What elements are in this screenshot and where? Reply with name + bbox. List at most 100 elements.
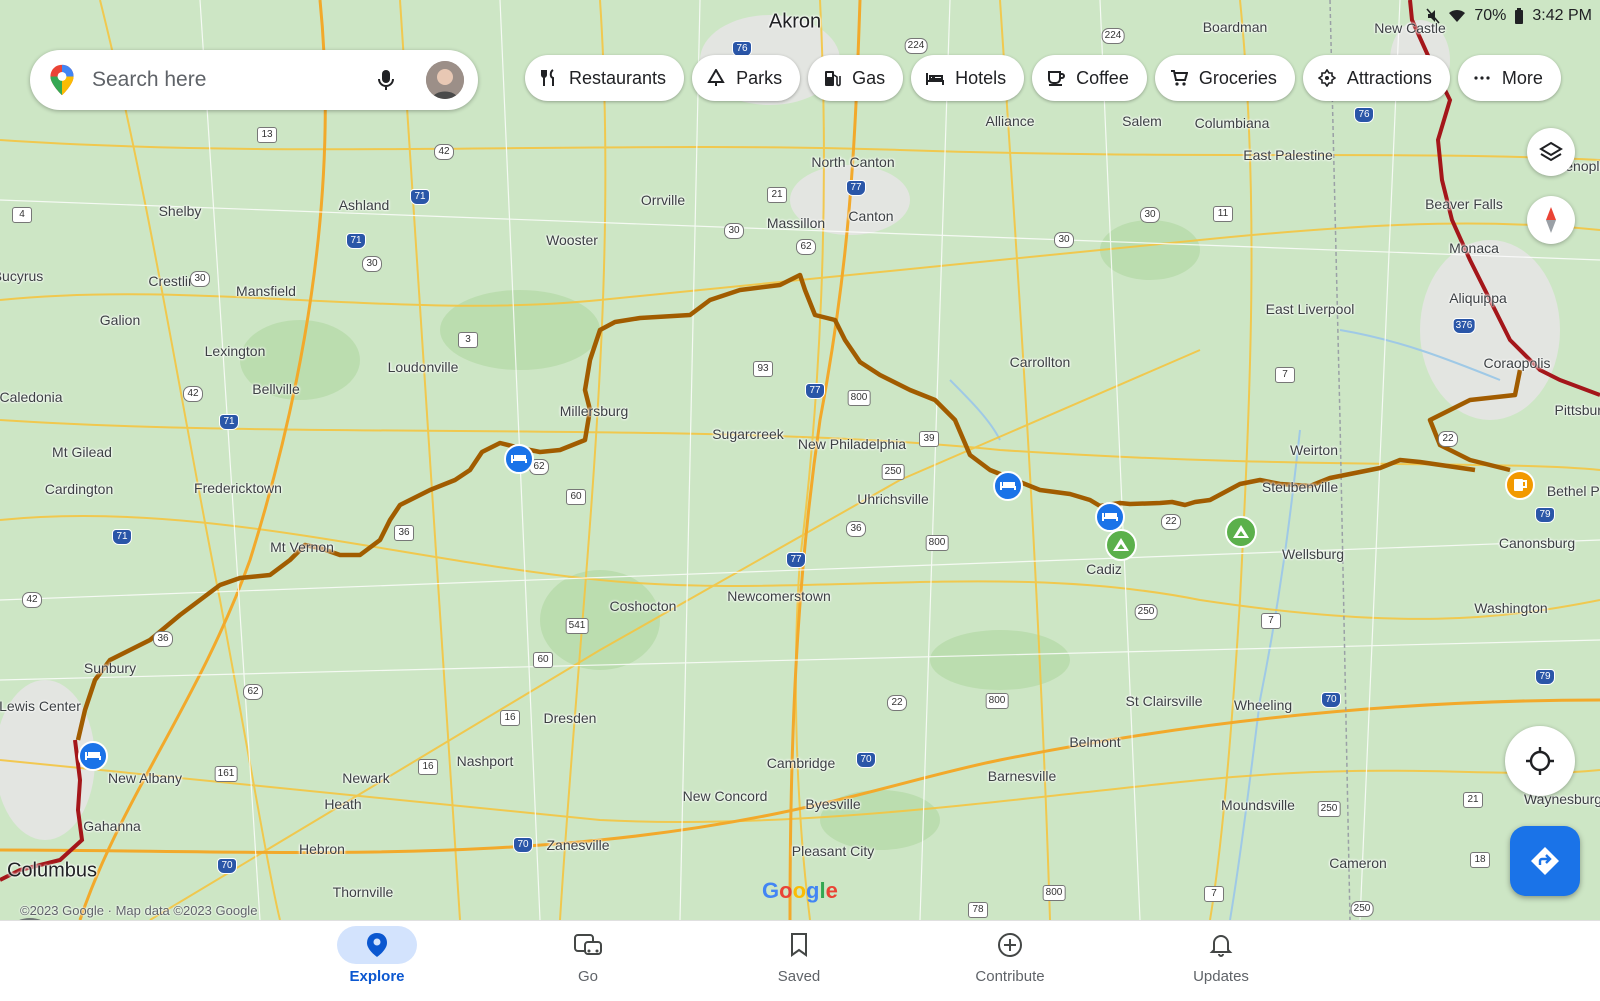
nav-saved[interactable]: Saved [729,921,869,1001]
chip-coffee[interactable]: Coffee [1032,55,1147,101]
chip-groceries[interactable]: Groceries [1154,55,1295,101]
layers-icon [1539,141,1563,162]
google-logo: Google [762,878,838,903]
coffee-cup-icon [1046,68,1066,88]
chip-gas[interactable]: Gas [808,55,904,101]
place-label: Byesville [805,796,861,812]
chip-more[interactable]: More [1457,55,1561,101]
map-base [0,0,1600,920]
status-bar: 70% 3:42 PM [1426,0,1592,32]
place-label: Pittsburgh [1554,402,1600,418]
route-shield: 42 [22,592,42,608]
bottom-navigation: Explore Go Saved Contribute Updates [0,920,1600,1001]
place-label: Bellville [252,381,300,397]
interstate-shield: 76 [1354,107,1374,123]
chip-parks[interactable]: Parks [692,55,801,101]
attraction-icon [1317,68,1337,88]
route-shield: 4 [12,207,32,223]
place-label: Boardman [1202,19,1268,35]
chip-restaurants[interactable]: Restaurants [525,55,685,101]
place-label: New Albany [108,770,182,786]
route-shield: 42 [434,144,454,160]
route-shield: 7 [1275,367,1295,383]
route-shield: 36 [394,525,414,541]
place-label: Ashland [338,197,390,213]
route-shield: 93 [753,361,773,377]
place-label: Canonsburg [1498,535,1576,551]
avatar[interactable] [426,61,464,99]
place-label: Wheeling [1233,697,1293,713]
place-label: Bethel Park [1546,483,1600,499]
place-label: Massillon [766,215,826,231]
place-label: Moundsville [1221,797,1295,813]
map-attribution: ©2023 Google · Map data ©2023 Google [20,903,258,918]
place-label: Mansfield [236,283,296,299]
interstate-shield: 70 [217,858,237,874]
place-label: Monaca [1449,240,1499,256]
route-shield: 60 [533,652,553,668]
place-label: Sugarcreek [712,426,784,442]
place-label: Barnesville [987,768,1057,784]
place-label: Washington [1474,600,1548,616]
place-label: Caledonia [0,389,63,405]
nav-explore[interactable]: Explore [307,921,447,1001]
place-label: Dresden [543,710,597,726]
place-label: Pleasant City [791,843,875,859]
search-input[interactable] [90,67,374,93]
route-shield: 62 [796,239,816,255]
layers-button[interactable] [1527,128,1575,176]
place-label: Coraopolis [1483,355,1551,371]
place-label: Lexington [204,343,266,359]
route-shield: 16 [500,710,520,726]
fork-knife-icon [539,68,559,88]
route-shield: 800 [985,693,1009,709]
route-shield: 22 [1161,514,1181,530]
route-shield: 800 [925,535,949,551]
mute-icon [1426,8,1440,24]
search-bar[interactable] [30,50,478,110]
directions-button[interactable] [1510,826,1580,896]
more-dots-icon [1472,68,1492,88]
place-label: Wellsburg [1282,546,1344,562]
nav-updates[interactable]: Updates [1151,921,1291,1001]
nav-go[interactable]: Go [518,921,658,1001]
chip-hotels[interactable]: Hotels [911,55,1025,101]
plus-circle-icon [998,933,1022,957]
my-location-button[interactable] [1505,726,1575,796]
place-label: Hebron [299,841,345,857]
interstate-shield: 70 [513,837,533,853]
category-chips: Restaurants Parks Gas Hotels Coffee Groc… [525,55,1561,101]
chip-attractions[interactable]: Attractions [1302,55,1450,101]
interstate-shield: 71 [219,414,239,430]
route-shield: 161 [214,766,238,782]
place-label: Alliance [985,113,1035,129]
route-shield: 78 [968,902,988,918]
route-shield: 250 [881,464,905,480]
maps-logo-icon [50,64,74,96]
nav-contribute[interactable]: Contribute [940,921,1080,1001]
compass-icon [1546,207,1556,233]
interstate-shield: 70 [1321,692,1341,708]
interstate-shield: 77 [846,180,866,196]
route-shield: 30 [1054,232,1074,248]
place-label: Bucyrus [0,268,44,284]
route-shield: 18 [1470,852,1490,868]
place-label: Mt Vernon [270,539,334,555]
microphone-icon[interactable] [374,68,398,92]
place-label: Lewis Center [0,698,81,714]
place-label: Sunbury [83,660,137,676]
route-shield: 250 [1350,901,1374,917]
interstate-shield: 71 [346,233,366,249]
map-canvas[interactable]: Akron Boardman New Castle Alliance Salem Colu… [0,0,1600,920]
directions-icon [1531,847,1559,875]
route-shield: 39 [919,431,939,447]
crosshair-icon [1526,747,1554,775]
compass-button[interactable] [1527,196,1575,244]
place-label: East Palestine [1243,147,1333,163]
route-shield: 30 [1140,207,1160,223]
place-label: Nashport [456,753,514,769]
wifi-icon [1449,9,1466,22]
route-shield: 250 [1134,604,1158,620]
place-label: Mt Gilead [52,444,112,460]
route-shield: 22 [1438,431,1458,447]
